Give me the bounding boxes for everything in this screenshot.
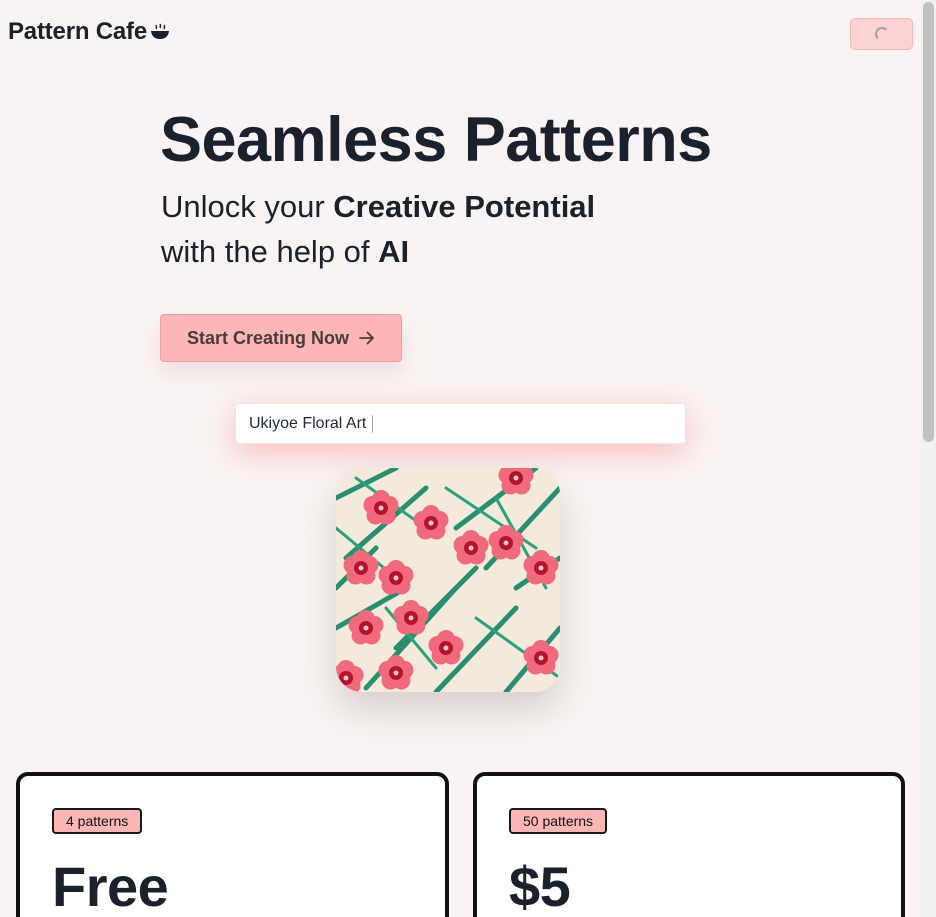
pricing-card-paid[interactable]: 50 patterns $5 bbox=[473, 772, 905, 917]
price-label: Free bbox=[52, 855, 169, 917]
start-creating-button[interactable]: Start Creating Now bbox=[160, 314, 402, 362]
scrollbar-thumb[interactable] bbox=[923, 2, 934, 442]
subtitle-line-2: with the help of AI bbox=[161, 229, 595, 274]
prompt-value: Ukiyoe Floral Art bbox=[249, 414, 367, 432]
brand-name: Pattern Cafe bbox=[8, 18, 147, 45]
hero-subtitle: Unlock your Creative Potential with the … bbox=[161, 184, 595, 274]
prompt-input[interactable]: Ukiyoe Floral Art bbox=[235, 403, 686, 444]
subtitle-text: with the help of bbox=[161, 234, 379, 269]
arrow-right-icon bbox=[359, 331, 375, 345]
pattern-preview-image bbox=[336, 468, 560, 692]
cta-label: Start Creating Now bbox=[186, 327, 350, 348]
subtitle-line-1: Unlock your Creative Potential bbox=[161, 184, 595, 229]
pricing-card-free[interactable]: 4 patterns Free bbox=[16, 772, 449, 917]
subtitle-emphasis: Creative Potential bbox=[333, 189, 596, 224]
pattern-count-badge: 4 patterns bbox=[52, 808, 143, 834]
coffee-bowl-icon bbox=[150, 23, 170, 41]
brand-logo[interactable]: Pattern Cafe bbox=[8, 18, 170, 46]
subtitle-text: Unlock your bbox=[161, 189, 334, 224]
landing-page: Pattern Cafe Seamless Patterns Unlock yo… bbox=[0, 0, 921, 917]
pattern-count-badge: 50 patterns bbox=[509, 808, 608, 834]
account-button[interactable] bbox=[850, 18, 913, 50]
spinner-icon bbox=[874, 27, 889, 41]
vertical-scrollbar[interactable] bbox=[921, 0, 936, 917]
text-caret bbox=[372, 414, 374, 433]
hero-title: Seamless Patterns bbox=[160, 105, 712, 175]
subtitle-emphasis: AI bbox=[378, 234, 410, 269]
price-label: $5 bbox=[509, 855, 571, 917]
